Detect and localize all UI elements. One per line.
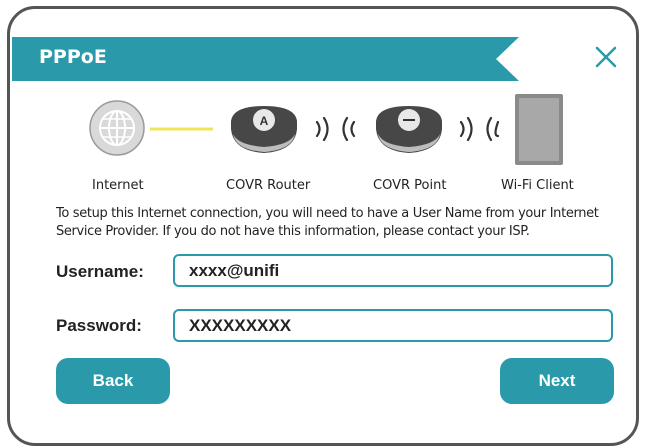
wireless-signal-icon — [315, 116, 356, 142]
globe-icon — [89, 100, 145, 156]
next-button[interactable]: Next — [500, 358, 614, 404]
username-label: Username: — [56, 262, 144, 281]
node-label-covr-router: COVR Router — [226, 178, 311, 193]
device-icon — [515, 94, 563, 165]
node-label-internet: Internet — [92, 178, 144, 193]
instructions-text: To setup this Internet connection, you w… — [56, 206, 599, 239]
wireless-signal-icon — [459, 116, 500, 142]
point-icon — [376, 106, 442, 153]
node-label-covr-point: COVR Point — [373, 178, 447, 193]
network-diagram: A — [89, 94, 563, 165]
password-input[interactable] — [173, 309, 613, 342]
router-icon: A — [231, 106, 297, 153]
router-badge: A — [260, 114, 269, 128]
username-input[interactable] — [173, 254, 613, 287]
password-label: Password: — [56, 316, 142, 335]
back-button[interactable]: Back — [56, 358, 170, 404]
node-label-wifi-client: Wi-Fi Client — [501, 178, 574, 193]
